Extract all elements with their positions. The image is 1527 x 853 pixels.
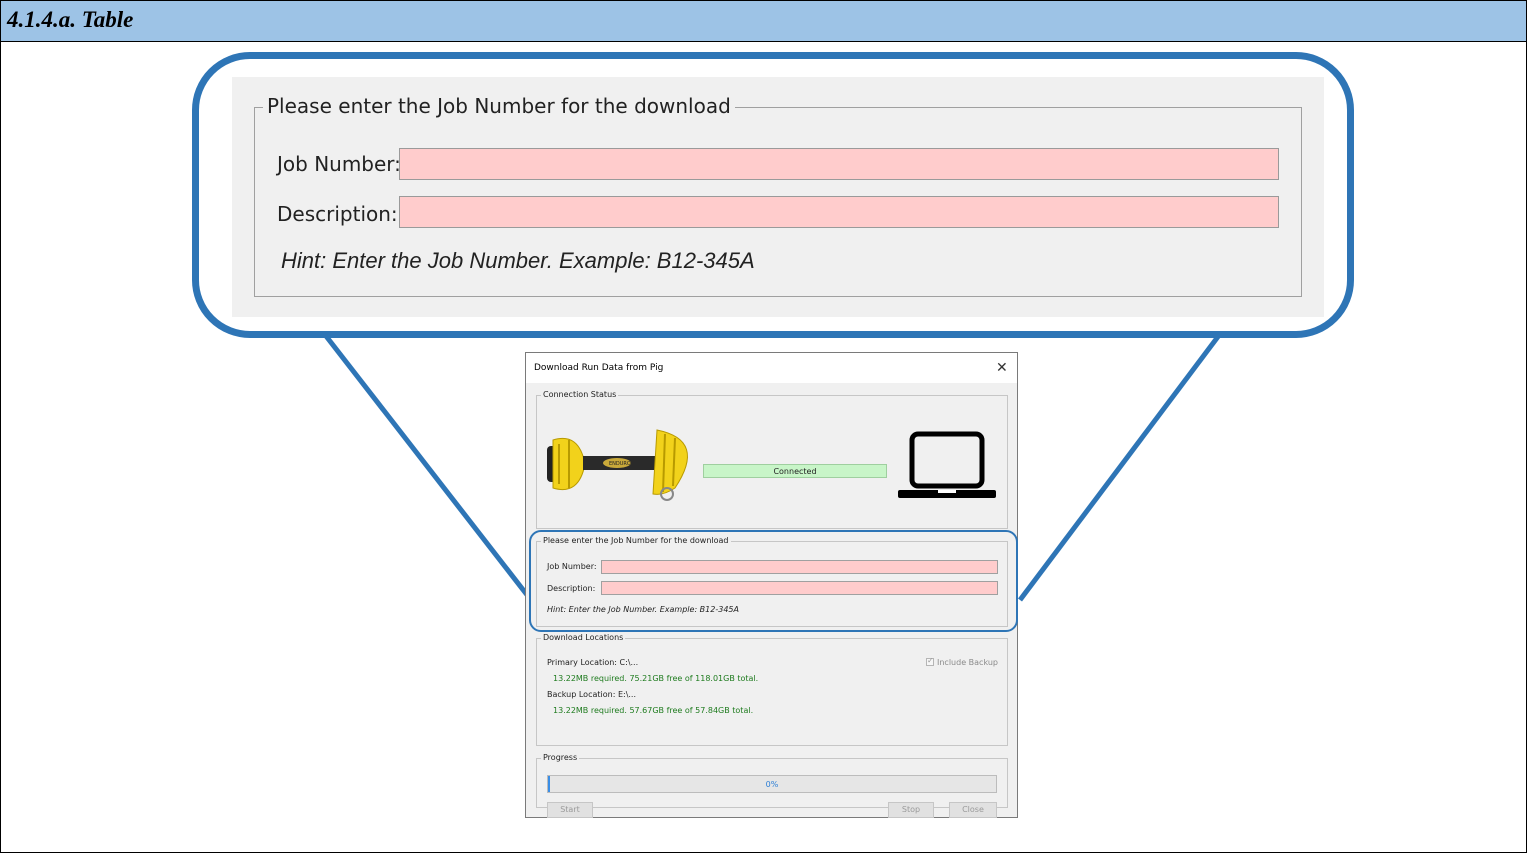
zoom-description-label: Description:: [277, 202, 398, 226]
progress-legend: Progress: [541, 753, 580, 762]
stop-button[interactable]: Stop: [888, 802, 934, 818]
pig-brand-label: ENDURO: [609, 461, 631, 467]
connection-status-legend: Connection Status: [541, 390, 619, 399]
primary-location-info: 13.22MB required. 75.21GB free of 118.01…: [553, 674, 759, 683]
dialog-titlebar: Download Run Data from Pig ✕: [526, 353, 1017, 383]
progress-bar: 0%: [547, 775, 997, 793]
progress-percent: 0%: [765, 780, 779, 789]
pig-tool-icon: ENDURO: [547, 429, 688, 501]
include-backup-label: Include Backup: [937, 658, 998, 667]
zoom-callout: Please enter the Job Number for the down…: [192, 52, 1354, 338]
laptop-icon: [898, 431, 996, 498]
download-locations-group: Download Locations Primary Location: C:\…: [536, 633, 1008, 746]
zoom-job-legend: Please enter the Job Number for the down…: [263, 94, 735, 118]
zoom-job-number-label: Job Number:: [277, 152, 401, 176]
zoom-job-number-input[interactable]: [399, 148, 1279, 180]
close-button[interactable]: Close: [949, 802, 997, 818]
connection-status-group: Connection Status ENDURO Connected: [536, 390, 1008, 529]
zoom-hint-text: Hint: Enter the Job Number. Example: B12…: [281, 248, 755, 273]
connection-status-text: Connected: [773, 467, 817, 476]
zoom-job-groupbox: Please enter the Job Number for the down…: [254, 94, 1302, 297]
zoom-description-input[interactable]: [399, 196, 1279, 228]
zoom-callout-panel: Please enter the Job Number for the down…: [232, 77, 1324, 317]
backup-location-label: Backup Location: E:\...: [547, 690, 637, 699]
start-button[interactable]: Start: [547, 802, 593, 818]
connection-status-indicator: Connected: [703, 464, 887, 478]
backup-location-info: 13.22MB required. 57.67GB free of 57.84G…: [553, 706, 754, 715]
highlight-box: [529, 530, 1018, 632]
include-backup-checkbox[interactable]: [926, 656, 934, 666]
dialog-title: Download Run Data from Pig: [534, 363, 664, 373]
primary-location-label: Primary Location: C:\...: [547, 658, 639, 667]
close-icon[interactable]: ✕: [996, 359, 1008, 376]
download-locations-legend: Download Locations: [541, 633, 626, 642]
